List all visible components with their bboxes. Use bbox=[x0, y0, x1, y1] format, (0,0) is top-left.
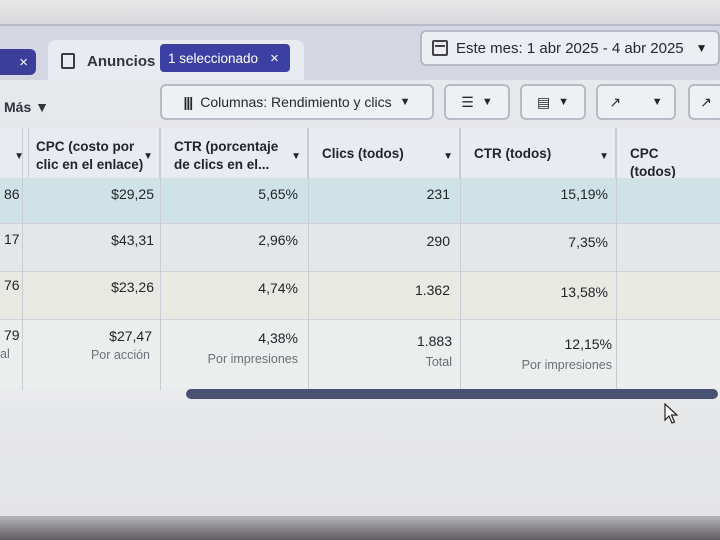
column-header-label: CPC (costo por clic en el enlace) bbox=[36, 139, 144, 172]
ad-icon bbox=[61, 53, 75, 69]
column-divider bbox=[460, 128, 461, 390]
tab-previous[interactable]: × bbox=[0, 49, 36, 75]
empty-area bbox=[0, 400, 720, 520]
prev-value: 17 bbox=[4, 231, 20, 247]
screen: × Anuncios 1 seleccionado × Este mes: 1 … bbox=[0, 0, 720, 540]
selection-chip[interactable]: 1 seleccionado × bbox=[160, 44, 290, 72]
tab-ads-label: Anuncios bbox=[87, 53, 156, 70]
column-header-label: Clics (todos) bbox=[322, 146, 404, 161]
chevron-down-icon: ▼ bbox=[695, 41, 708, 55]
ctr-link-total: 4,38% bbox=[258, 330, 298, 346]
clicks-all-total: 1.883 bbox=[416, 333, 452, 349]
horizontal-scrollbar[interactable] bbox=[186, 389, 718, 399]
columns-label: Columnas: Rendimiento y clics bbox=[200, 94, 392, 110]
cpc-link-value: $43,31 bbox=[111, 232, 154, 248]
ctr-all-value: 15,19% bbox=[560, 186, 608, 202]
ctr-all-total: 12,15% bbox=[564, 336, 612, 352]
mouse-cursor-icon bbox=[664, 403, 678, 424]
chevron-down-icon: ▼ bbox=[481, 96, 493, 108]
top-bar bbox=[0, 0, 720, 24]
cpc-link-total-caption: Por acción bbox=[90, 348, 150, 362]
ctr-all-total-caption: Por impresiones bbox=[521, 358, 612, 372]
clicks-all-total-caption: Total bbox=[425, 355, 452, 369]
breakdown-button[interactable]: ☰ ▼ bbox=[444, 84, 510, 120]
column-header-label: CTR (todos) bbox=[474, 146, 552, 161]
column-header-label: CPC (todos) bbox=[630, 146, 676, 179]
chevron-down-icon: ▼ bbox=[599, 151, 609, 162]
chevron-down-icon: ▼ bbox=[291, 151, 301, 162]
cpc-link-value: $23,26 bbox=[111, 279, 154, 295]
export-button[interactable]: ↗ ▼ bbox=[596, 84, 676, 120]
table-row[interactable]: 76 $23,26 4,74% 1.362 13,58% bbox=[0, 272, 720, 320]
chevron-down-icon: ▼ bbox=[443, 151, 453, 162]
close-icon[interactable]: × bbox=[270, 50, 279, 67]
clicks-all-value: 290 bbox=[426, 233, 450, 249]
close-icon[interactable]: × bbox=[19, 54, 28, 71]
chevron-down-icon: ▼ bbox=[143, 151, 153, 162]
clicks-all-value: 1.362 bbox=[414, 282, 450, 298]
column-header-cpc-all[interactable]: CPC (todos) bbox=[616, 128, 720, 179]
chart-icon: ↗ bbox=[700, 93, 712, 110]
prev-total: 79 bbox=[4, 327, 20, 343]
column-header-cpc-link[interactable]: CPC (costo por clic en el enlace) ▼ bbox=[22, 128, 160, 178]
column-header-ctr-link[interactable]: CTR (porcentaje de clics en el... ▼ bbox=[160, 128, 308, 178]
columns-button[interactable]: ||| Columnas: Rendimiento y clics ▼ bbox=[160, 84, 434, 120]
columns-icon: ||| bbox=[183, 94, 193, 110]
breakdown-icon: ☰ bbox=[461, 93, 474, 110]
totals-row: 79 al $27,47 Por acción 4,38% Por impres… bbox=[0, 320, 720, 388]
date-range-picker[interactable]: Este mes: 1 abr 2025 - 4 abr 2025 ▼ bbox=[420, 30, 720, 66]
ctr-all-value: 7,35% bbox=[568, 234, 608, 250]
table-row[interactable]: 86 $29,25 5,65% 231 15,19% bbox=[0, 178, 720, 224]
prev-value: 86 bbox=[4, 186, 20, 202]
cpc-link-total: $27,47 bbox=[109, 328, 152, 344]
screen-bezel bbox=[0, 516, 720, 540]
column-divider bbox=[160, 128, 161, 390]
chevron-down-icon: ▼ bbox=[558, 96, 570, 108]
column-header-ctr-all[interactable]: CTR (todos) ▼ bbox=[460, 128, 616, 178]
chart-button[interactable]: ↗ bbox=[688, 84, 720, 120]
ctr-all-value: 13,58% bbox=[560, 284, 608, 300]
selection-chip-label: 1 seleccionado bbox=[168, 50, 259, 66]
more-button[interactable]: Más ▼ bbox=[4, 99, 49, 115]
date-range-label: Este mes: 1 abr 2025 - 4 abr 2025 bbox=[456, 39, 684, 57]
column-divider bbox=[616, 128, 617, 390]
calendar-icon bbox=[432, 40, 448, 56]
prev-value: 76 bbox=[4, 277, 20, 293]
column-header-label: CTR (porcentaje de clics en el... bbox=[174, 139, 279, 172]
column-header-clicks-all[interactable]: Clics (todos) ▼ bbox=[308, 128, 460, 178]
clicks-all-value: 231 bbox=[426, 186, 450, 202]
column-divider bbox=[22, 128, 23, 390]
ctr-link-value: 4,74% bbox=[258, 280, 298, 296]
ctr-link-total-caption: Por impresiones bbox=[207, 352, 298, 366]
ctr-link-value: 5,65% bbox=[258, 186, 298, 202]
chevron-down-icon: ▼ bbox=[399, 96, 411, 108]
export-icon: ↗ bbox=[609, 93, 622, 110]
prev-total-caption: al bbox=[0, 347, 10, 361]
table-row[interactable]: 17 $43,31 2,96% 290 7,35% bbox=[0, 224, 720, 272]
reports-button[interactable]: ▤ ▼ bbox=[520, 84, 586, 120]
chevron-down-icon[interactable]: ▼ bbox=[652, 96, 663, 108]
cpc-link-value: $29,25 bbox=[111, 186, 154, 202]
reports-icon: ▤ bbox=[536, 93, 551, 110]
column-divider bbox=[308, 128, 309, 390]
ctr-link-value: 2,96% bbox=[258, 232, 298, 248]
